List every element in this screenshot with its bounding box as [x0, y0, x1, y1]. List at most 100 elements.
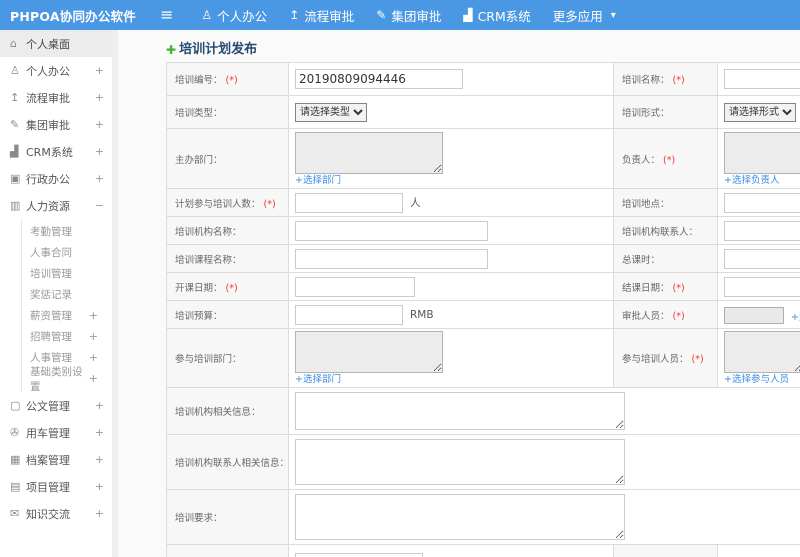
sidebar-item-personal-desktop[interactable]: ⌂ 个人桌面 [0, 30, 112, 57]
expand-plus-icon[interactable]: + [95, 91, 104, 104]
topnav-item-crm-system[interactable]: ▟ CRM系统 [463, 6, 530, 25]
expand-plus-icon[interactable]: + [95, 399, 104, 412]
approver-link[interactable]: +选择审批人员 [791, 312, 800, 323]
course-name-input[interactable] [295, 248, 488, 269]
sidebar-item-personal-office[interactable]: ♙ 个人办公 + [0, 57, 112, 84]
sidebar-item-crm-system[interactable]: ▟ CRM系统 + [0, 138, 112, 165]
expand-plus-icon[interactable]: + [89, 309, 98, 322]
sidebar-subitem-basic-category-settings[interactable]: 基础类别设置 + [22, 366, 112, 393]
project-icon: ▤ [10, 480, 21, 493]
planned-participants-suffix: 人 [410, 197, 421, 210]
participating-departments-link[interactable]: +选择部门 [295, 374, 607, 385]
expand-plus-icon[interactable]: + [95, 480, 104, 493]
participating-departments-textarea[interactable] [295, 331, 443, 373]
expand-plus-icon[interactable]: + [89, 351, 98, 364]
planned-participants-input[interactable] [295, 192, 403, 213]
training-requirements-textarea[interactable] [295, 494, 625, 540]
sidebar-subitem-recruitment-management[interactable]: 招聘管理 + [22, 326, 112, 347]
topnav-item-group-approval[interactable]: ✎ 集团审批 [376, 6, 441, 25]
org-info-textarea[interactable] [295, 392, 625, 430]
expand-plus-icon[interactable]: + [95, 172, 104, 185]
required-marker: (*) [663, 154, 676, 166]
approver-input[interactable] [724, 307, 784, 324]
topnav-item-label: 集团审批 [391, 8, 442, 24]
car-icon: ✇ [10, 426, 20, 439]
form-row: 附件文档：+附件上传 [166, 544, 800, 557]
hamburger-icon[interactable]: ≡ [160, 0, 173, 30]
org-contact-input[interactable] [724, 220, 800, 241]
expand-plus-icon[interactable]: + [95, 145, 104, 158]
sidebar-item-document-management[interactable]: ▢ 公文管理 + [0, 392, 112, 419]
required-marker: (*) [225, 282, 238, 294]
leader-textarea[interactable] [724, 131, 800, 174]
org-info-label-cell: 培训机构相关信息： [166, 387, 289, 435]
expand-plus-icon[interactable]: + [89, 372, 98, 385]
expand-plus-icon[interactable]: + [95, 507, 104, 520]
total-hours-input[interactable] [724, 248, 800, 269]
sidebar-item-group-approval[interactable]: ✎ 集团审批 + [0, 111, 112, 138]
host-department-link[interactable]: +选择部门 [295, 175, 607, 186]
training-type-field-cell: 请选择类型 [288, 95, 614, 129]
host-department-label: 主办部门： [175, 154, 223, 166]
sidebar-item-vehicle-management[interactable]: ✇ 用车管理 + [0, 419, 112, 446]
training-type-select[interactable]: 请选择类型 [295, 103, 367, 122]
training-location-input[interactable] [724, 192, 800, 213]
participants-link[interactable]: +选择参与人员 [724, 374, 800, 385]
main-content: ✚ 培训计划发布 培训编号：(*) 培训名称：(*) 培训类型： 请选择类型 培训形式：… [112, 30, 800, 557]
expand-plus-icon[interactable]: + [89, 330, 98, 343]
expand-plus-icon[interactable]: + [95, 64, 104, 77]
end-date-input[interactable] [724, 276, 800, 297]
host-department-textarea[interactable] [295, 131, 443, 174]
sidebar-item-label: 档案管理 [26, 453, 70, 467]
sidebar-item-knowledge-exchange[interactable]: ✉ 知识交流 + [0, 500, 112, 527]
org-contact-label-cell: 培训机构联系人： [613, 216, 718, 245]
sidebar-item-archive-management[interactable]: ▦ 档案管理 + [0, 446, 112, 473]
training-no-input[interactable] [295, 69, 463, 90]
sidebar-item-workflow-approval[interactable]: ↥ 流程审批 + [0, 84, 112, 111]
budget-suffix: RMB [410, 308, 434, 321]
topnav-item-more-apps[interactable]: 更多应用 ▾ [553, 6, 616, 25]
training-name-input[interactable] [724, 69, 800, 90]
expand-plus-icon[interactable]: + [95, 118, 104, 131]
training-form-select[interactable]: 请选择形式 [724, 103, 796, 122]
budget-input[interactable] [295, 304, 403, 325]
collapse-minus-icon[interactable]: − [95, 199, 104, 212]
user-icon: ♙ [10, 64, 20, 77]
topnav-item-workflow-approval[interactable]: ↥ 流程审批 [289, 6, 354, 25]
training-plan-form: 培训编号：(*) 培训名称：(*) 培训类型： 请选择类型 培训形式： 请选择形式主办部门… [166, 62, 800, 557]
budget-label: 培训预算： [175, 310, 223, 322]
topnav-item-personal-office[interactable]: ♙ 个人办公 [201, 6, 267, 25]
sidebar-item-project-management[interactable]: ▤ 项目管理 + [0, 473, 112, 500]
expand-plus-icon[interactable]: + [95, 426, 104, 439]
org-name-field-cell [288, 216, 614, 245]
top-navigation: ♙ 个人办公 ↥ 流程审批 ✎ 集团审批 ▟ CRM系统 更多应用 ▾ [201, 6, 637, 25]
sidebar-subitem-attendance-management[interactable]: 考勤管理 [22, 221, 112, 242]
sidebar: ⌂ 个人桌面 ♙ 个人办公 + ↥ 流程审批 + ✎ 集团审批 + ▟ CRM系统 + ▣ 行政办公 + ▥ 人力资… [0, 30, 113, 557]
participants-textarea[interactable] [724, 331, 800, 373]
sidebar-item-human-resources[interactable]: ▥ 人力资源 − [0, 192, 112, 219]
sidebar-subitem-reward-punishment[interactable]: 奖惩记录 [22, 284, 112, 305]
sidebar-item-administrative-office[interactable]: ▣ 行政办公 + [0, 165, 112, 192]
leader-wrap: +选择负责人 [724, 131, 800, 186]
sidebar-subitem-training-management[interactable]: 培训管理 [22, 263, 112, 284]
start-date-input[interactable] [295, 276, 415, 297]
org-name-input[interactable] [295, 220, 488, 241]
training-no-label-cell: 培训编号： (*) [166, 62, 289, 96]
attachment-input[interactable] [295, 552, 423, 557]
sidebar-subitem-label: 人事合同 [30, 247, 72, 259]
sidebar-subitem-salary-management[interactable]: 薪资管理 + [22, 305, 112, 326]
empty-label-cell [613, 544, 718, 557]
expand-plus-icon[interactable]: + [95, 453, 104, 466]
form-row: 开课日期： (*) 结课日期： (*) [166, 272, 800, 301]
chat-icon: ✉ [10, 507, 20, 520]
training-no-field-cell [288, 62, 614, 96]
org-contact-info-textarea[interactable] [295, 439, 625, 485]
attachment-label-cell: 附件文档： [166, 544, 289, 557]
training-name-field-cell [717, 62, 800, 96]
page-title: 培训计划发布 [179, 42, 258, 57]
sidebar-subitem-personnel-contract[interactable]: 人事合同 [22, 242, 112, 263]
course-name-field-cell [288, 244, 614, 273]
sidebar-subitem-label: 考勤管理 [30, 226, 72, 238]
leader-link[interactable]: +选择负责人 [724, 175, 800, 186]
participating-departments-wrap: +选择部门 [295, 331, 607, 385]
